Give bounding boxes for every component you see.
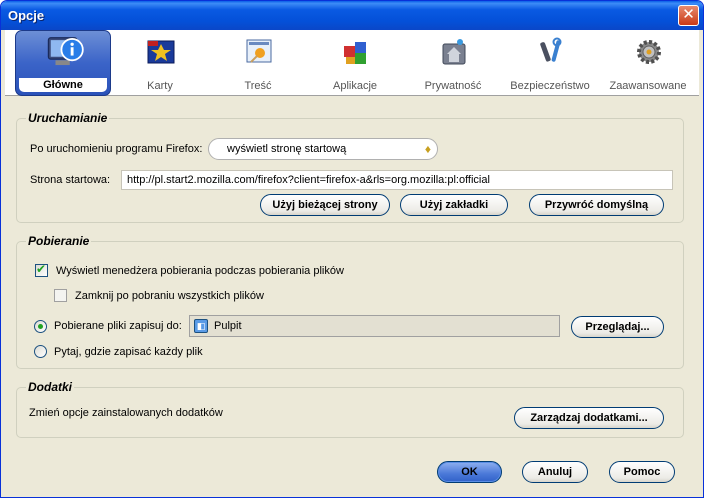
dropdown-arrow-icon: ♦ bbox=[424, 142, 431, 156]
group-title: Pobieranie bbox=[26, 234, 92, 248]
privacy-icon bbox=[442, 39, 466, 65]
use-current-page-button[interactable]: Użyj bieżącej strony bbox=[260, 194, 390, 216]
ask-each-label: Pytaj, gdzie zapisać każdy plik bbox=[54, 346, 203, 358]
addons-description: Zmień opcje zainstalowanych dodatków bbox=[29, 407, 223, 419]
cancel-button[interactable]: Anuluj bbox=[522, 461, 588, 483]
ok-button[interactable]: OK bbox=[437, 461, 502, 483]
options-window: Opcje ✕ Główne Karty Treść Aplikacje Pry… bbox=[0, 0, 704, 498]
window-title: Opcje bbox=[8, 8, 45, 23]
ask-each-radio[interactable] bbox=[34, 345, 47, 358]
manage-addons-button[interactable]: Zarządzaj dodatkami... bbox=[514, 407, 664, 429]
advanced-icon bbox=[637, 40, 661, 64]
close-when-done-label: Zamknij po pobraniu wszystkich plików bbox=[75, 290, 264, 302]
when-starts-label: Po uruchomieniu programu Firefox: bbox=[30, 143, 203, 155]
pane-general[interactable]: Główne bbox=[15, 30, 111, 96]
folder-icon: ◧ bbox=[194, 319, 208, 333]
pane-label: Aplikacje bbox=[332, 80, 378, 92]
download-folder-field: ◧ Pulpit bbox=[189, 315, 560, 337]
homepage-input[interactable]: http://pl.start2.mozilla.com/firefox?cli… bbox=[121, 170, 673, 190]
browse-button[interactable]: Przeglądaj... bbox=[571, 316, 664, 338]
downloads-group: Pobieranie Wyświetl menedżera pobierania… bbox=[16, 234, 684, 369]
restore-default-button[interactable]: Przywróć domyślną bbox=[529, 194, 664, 216]
use-bookmark-button[interactable]: Użyj zakładki bbox=[400, 194, 508, 216]
title-bar[interactable]: Opcje ✕ bbox=[1, 1, 703, 30]
show-download-manager-checkbox[interactable] bbox=[35, 262, 48, 277]
pane-tabs[interactable]: Karty bbox=[112, 30, 208, 96]
pane-applications[interactable]: Aplikacje bbox=[307, 30, 403, 96]
startup-menulist[interactable]: wyświetl stronę startową ♦ bbox=[208, 138, 438, 160]
help-button[interactable]: Pomoc bbox=[609, 461, 675, 483]
general-icon bbox=[47, 37, 84, 66]
close-when-done-checkbox[interactable] bbox=[54, 289, 67, 302]
content-icon bbox=[246, 39, 272, 63]
close-button[interactable]: ✕ bbox=[678, 5, 699, 26]
pane-label: Karty bbox=[147, 80, 173, 92]
homepage-label: Strona startowa: bbox=[30, 174, 111, 186]
group-title: Dodatki bbox=[26, 380, 75, 394]
pane-label: Treść bbox=[244, 80, 272, 92]
pane-label: Główne bbox=[19, 78, 107, 92]
save-to-radio[interactable] bbox=[34, 320, 47, 333]
addons-group: Dodatki Zmień opcje zainstalowanych doda… bbox=[16, 380, 684, 438]
pane-privacy[interactable]: Prywatność bbox=[405, 30, 501, 96]
pane-content[interactable]: Treść bbox=[210, 30, 306, 96]
pane-label: Zaawansowane bbox=[609, 80, 687, 92]
pane-advanced[interactable]: Zaawansowane bbox=[600, 30, 696, 96]
save-to-label: Pobierane pliki zapisuj do: bbox=[54, 320, 182, 332]
pane-security[interactable]: Bezpieczeństwo bbox=[502, 30, 598, 96]
group-title: Uruchamianie bbox=[26, 111, 110, 125]
pane-toolbar: Główne Karty Treść Aplikacje Prywatność … bbox=[5, 30, 699, 96]
startup-group: Uruchamianie Po uruchomieniu programu Fi… bbox=[16, 111, 684, 223]
tabs-icon bbox=[147, 40, 175, 64]
download-folder-name: Pulpit bbox=[214, 320, 242, 332]
pane-label: Bezpieczeństwo bbox=[510, 80, 590, 92]
security-icon bbox=[540, 37, 562, 62]
startup-menulist-value: wyświetl stronę startową bbox=[227, 143, 347, 155]
pane-label: Prywatność bbox=[424, 80, 482, 92]
applications-icon bbox=[344, 42, 366, 64]
show-download-manager-label: Wyświetl menedżera pobierania podczas po… bbox=[56, 265, 344, 277]
